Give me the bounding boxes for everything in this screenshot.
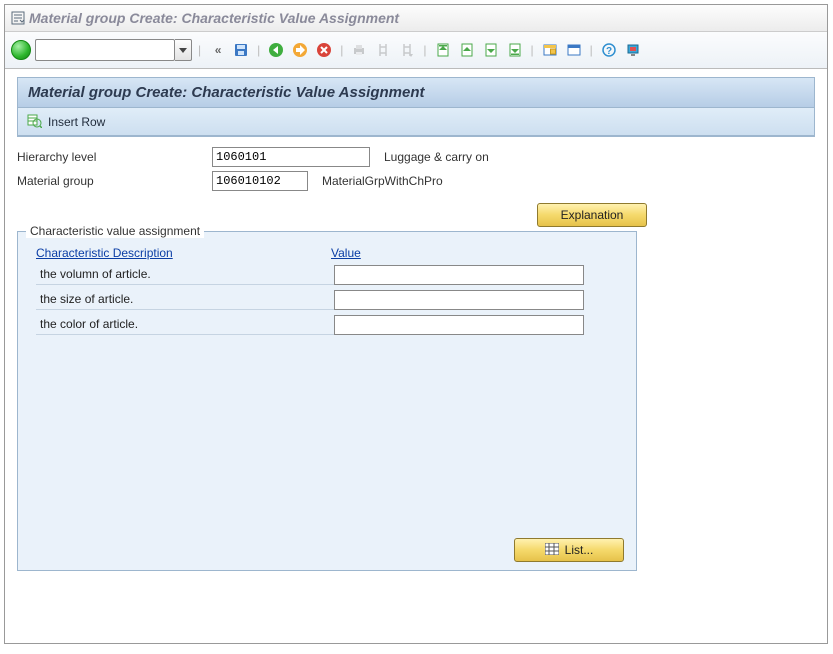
hierarchy-level-label: Hierarchy level — [17, 150, 212, 164]
customize-icon[interactable] — [623, 40, 643, 60]
header-fields: Hierarchy level Luggage & carry on Mater… — [17, 137, 815, 197]
enter-icon[interactable] — [11, 40, 31, 60]
system-toolbar: | « | | | — [5, 32, 827, 69]
characteristic-label: the color of article. — [36, 314, 334, 335]
print-icon — [349, 40, 369, 60]
hierarchy-level-field[interactable] — [212, 147, 370, 167]
characteristic-label: the size of article. — [36, 289, 334, 310]
back-chevrons-icon[interactable]: « — [207, 40, 227, 60]
grid-icon — [545, 543, 559, 558]
find-next-icon — [397, 40, 417, 60]
prev-page-icon[interactable] — [457, 40, 477, 60]
separator: | — [588, 43, 595, 57]
insert-row-icon[interactable] — [26, 112, 42, 131]
material-group-label: Material group — [17, 174, 212, 188]
help-icon[interactable]: ? — [599, 40, 619, 60]
menu-icon[interactable] — [11, 11, 25, 25]
list-button-label: List... — [565, 543, 594, 557]
list-button[interactable]: List... — [514, 538, 624, 562]
separator: | — [255, 43, 262, 57]
characteristic-value-input[interactable] — [334, 315, 584, 335]
separator: | — [529, 43, 536, 57]
exit-icon[interactable] — [290, 40, 310, 60]
title-bar: Material group Create: Characteristic Va… — [5, 5, 827, 32]
find-icon — [373, 40, 393, 60]
characteristic-value-input[interactable] — [334, 290, 584, 310]
panel-title: Material group Create: Characteristic Va… — [18, 78, 814, 108]
back-icon[interactable] — [266, 40, 286, 60]
col-header-description[interactable]: Characteristic Description — [36, 246, 331, 260]
characteristic-row: the volumn of article. — [18, 262, 636, 287]
first-page-icon[interactable] — [433, 40, 453, 60]
col-header-value[interactable]: Value — [331, 246, 361, 260]
explanation-button[interactable]: Explanation — [537, 203, 647, 227]
material-group-desc: MaterialGrpWithChPro — [322, 174, 443, 188]
main-panel: Material group Create: Characteristic Va… — [17, 77, 815, 137]
characteristic-box-title: Characteristic value assignment — [26, 224, 204, 238]
characteristic-row: the color of article. — [18, 312, 636, 337]
explanation-button-label: Explanation — [561, 208, 624, 222]
characteristic-row: the size of article. — [18, 287, 636, 312]
material-group-field[interactable] — [212, 171, 308, 191]
characteristic-label: the volumn of article. — [36, 264, 334, 285]
cancel-icon[interactable] — [314, 40, 334, 60]
hierarchy-level-desc: Luggage & carry on — [384, 150, 489, 164]
save-icon[interactable] — [231, 40, 251, 60]
window-title: Material group Create: Characteristic Va… — [29, 10, 399, 26]
characteristic-value-input[interactable] — [334, 265, 584, 285]
layout-icon[interactable] — [564, 40, 584, 60]
panel-subtoolbar: Insert Row — [18, 108, 814, 136]
last-page-icon[interactable] — [505, 40, 525, 60]
characteristic-box: Characteristic value assignment Characte… — [17, 231, 637, 571]
command-field[interactable] — [35, 39, 175, 61]
insert-row-label[interactable]: Insert Row — [48, 115, 105, 129]
command-dropdown[interactable] — [175, 39, 192, 61]
svg-text:?: ? — [606, 46, 612, 57]
separator: | — [196, 43, 203, 57]
new-session-icon[interactable] — [540, 40, 560, 60]
separator: | — [338, 43, 345, 57]
next-page-icon[interactable] — [481, 40, 501, 60]
separator: | — [421, 43, 428, 57]
